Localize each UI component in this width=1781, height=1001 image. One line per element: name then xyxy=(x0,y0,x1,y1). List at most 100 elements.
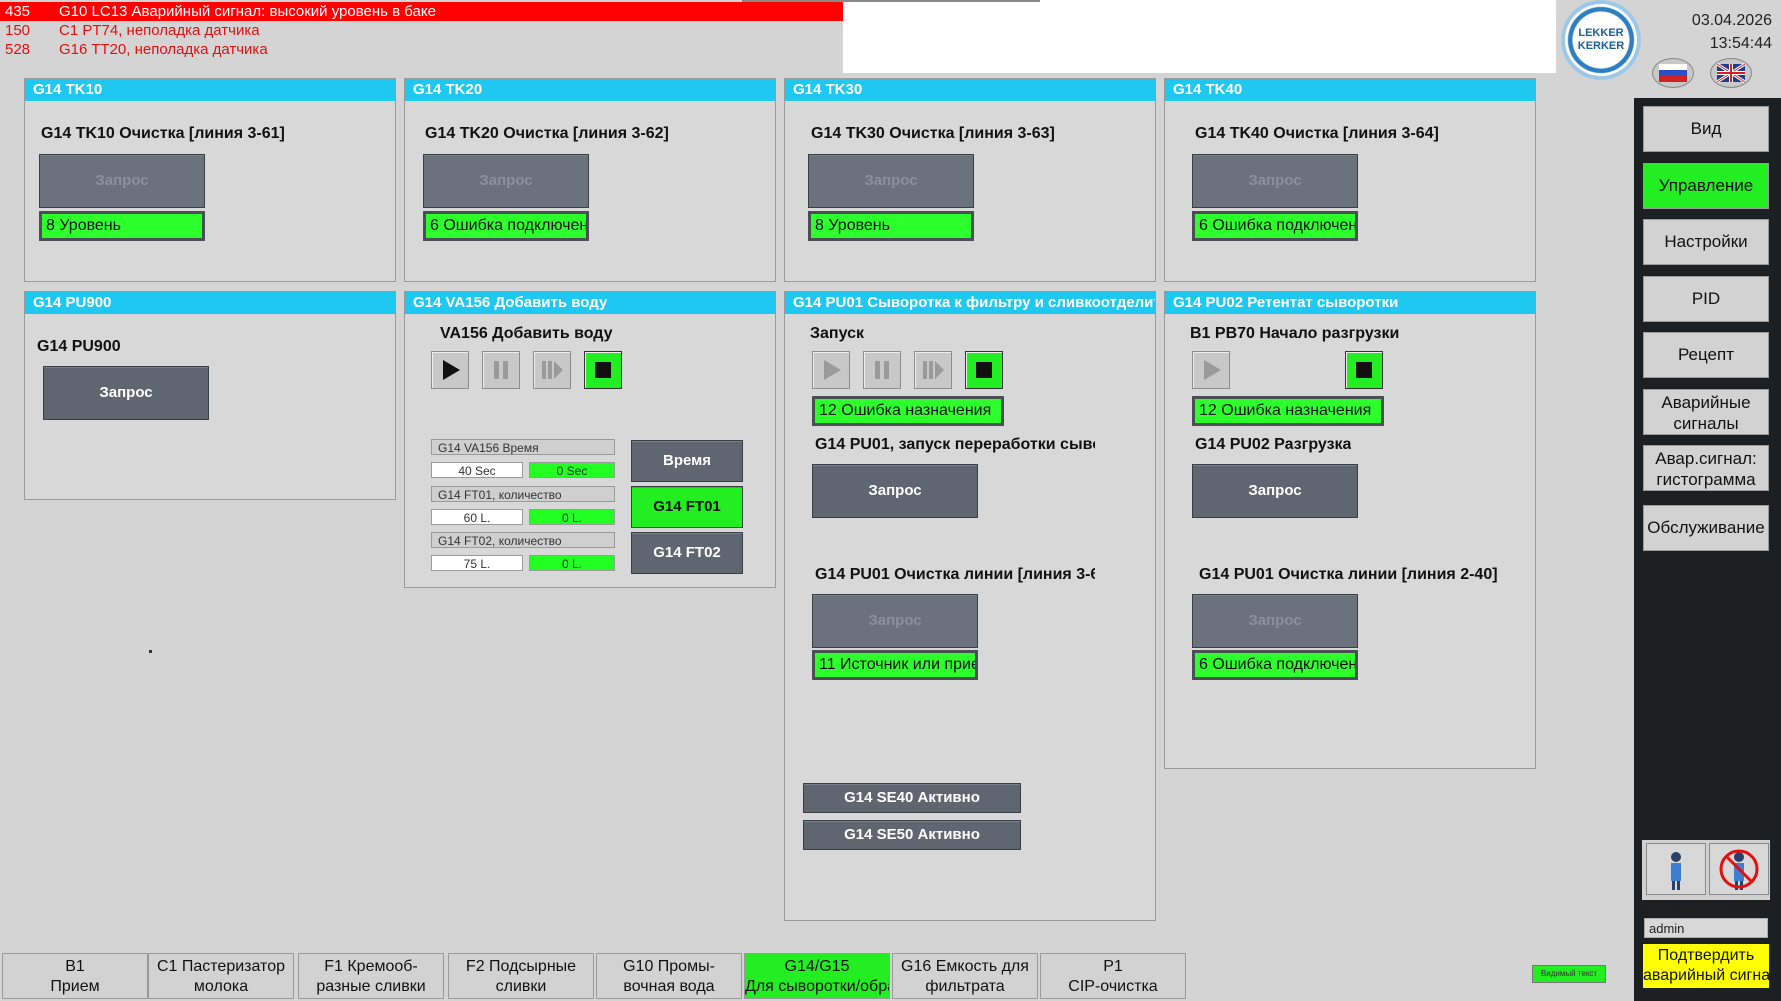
time-mode-button[interactable]: Время xyxy=(631,440,743,482)
nav-g10[interactable]: G10 Промы- вочная вода xyxy=(596,953,742,999)
menu-pid[interactable]: PID xyxy=(1643,276,1769,322)
stop-icon xyxy=(976,362,992,378)
alarm-id: 528 xyxy=(5,41,31,58)
menu-alarm-histogram[interactable]: Авар.сигнал: гистограмма xyxy=(1643,445,1769,491)
panel-header: G14 PU900 xyxy=(25,292,395,314)
login-button[interactable] xyxy=(1646,843,1706,895)
logout-button[interactable] xyxy=(1709,843,1769,895)
alarm-text: C1 PT74, неполадка датчика xyxy=(59,22,260,39)
ft02-qty-label: G14 FT02, количество xyxy=(431,532,615,548)
va156-time-set[interactable]: 40 Sec xyxy=(431,462,523,478)
divider xyxy=(742,0,1040,2)
ft02-mode-button[interactable]: G14 FT02 xyxy=(631,532,743,574)
nav-p1[interactable]: P1 CIP-очистка xyxy=(1040,953,1186,999)
panel-header: G14 TK20 xyxy=(405,79,775,101)
logout-icon xyxy=(1719,849,1759,890)
nav-line-2: молока xyxy=(193,978,249,995)
menu-alarms[interactable]: Аварийные сигналы xyxy=(1643,389,1769,435)
pause-button[interactable] xyxy=(482,351,520,389)
menu-view[interactable]: Вид xyxy=(1643,106,1769,152)
ft01-qty-set[interactable]: 60 L. xyxy=(431,509,523,525)
pu02-unload-label: G14 PU02 Разгрузка xyxy=(1195,436,1352,453)
step-button[interactable] xyxy=(533,351,571,389)
pu01-clean-request-button[interactable]: Запрос xyxy=(812,594,978,648)
tk10-status: 8 Уровень xyxy=(39,211,205,241)
panel-tk20: G14 TK20 G14 TK20 Очистка [линия 3-62] З… xyxy=(404,78,776,282)
russian-flag-icon[interactable] xyxy=(1652,58,1694,88)
user-icon xyxy=(1671,852,1681,890)
pu01-rework-request-button[interactable]: Запрос xyxy=(812,464,978,518)
pu02-unload-status: 12 Ошибка назначения xyxy=(1192,396,1384,426)
play-icon xyxy=(824,360,841,380)
step-button[interactable] xyxy=(914,351,952,389)
se50-active-button[interactable]: G14 SE50 Активно xyxy=(803,820,1021,850)
panel-header: G14 PU01 Сыворотка к фильтру и сливкоотд… xyxy=(785,292,1155,314)
pu900-request-button[interactable]: Запрос xyxy=(43,366,209,420)
panel-pu01: G14 PU01 Сыворотка к фильтру и сливкоотд… xyxy=(784,291,1156,921)
nav-line-2: CIP-очистка xyxy=(1068,978,1158,995)
alarm-row-3[interactable]: 528 G16 TT20, неполадка датчика xyxy=(0,40,843,59)
tk20-clean-label: G14 TK20 Очистка [линия 3-62] xyxy=(425,125,669,142)
nav-c1[interactable]: C1 Пастеризатор молока xyxy=(148,953,294,999)
tk40-request-button[interactable]: Запрос xyxy=(1192,154,1358,208)
panel-tk10: G14 TK10 G14 TK10 Очистка [линия 3-61] З… xyxy=(24,78,396,282)
nav-line-2: фильтрата xyxy=(925,978,1005,995)
tk30-request-button[interactable]: Запрос xyxy=(808,154,974,208)
tk30-clean-label: G14 TK30 Очистка [линия 3-63] xyxy=(811,125,1055,142)
play-button[interactable] xyxy=(431,351,469,389)
nav-f1[interactable]: F1 Кремооб- разные сливки xyxy=(298,953,444,999)
va156-label: VA156 Добавить воду xyxy=(440,325,613,342)
tk10-request-button[interactable]: Запрос xyxy=(39,154,205,208)
pu01-clean-status: 11 Источник или приемник xyxy=(812,650,978,680)
english-flag-icon[interactable] xyxy=(1710,58,1752,88)
menu-control[interactable]: Управление xyxy=(1643,163,1769,209)
nav-b1[interactable]: B1 Прием xyxy=(2,953,148,999)
alarm-row-2[interactable]: 150 C1 PT74, неполадка датчика xyxy=(0,21,843,40)
nav-line-2: вочная вода xyxy=(623,978,715,995)
step-icon xyxy=(923,361,944,379)
pu02-clean-request-button[interactable]: Запрос xyxy=(1192,594,1358,648)
panel-header: G14 PU02 Ретентат сыворотки xyxy=(1165,292,1535,314)
date-display: 03.04.2026 xyxy=(1691,12,1772,29)
play-button[interactable] xyxy=(1192,351,1230,389)
alarm-text: G10 LC13 Аварийный сигнал: высокий урове… xyxy=(59,3,436,20)
pu02-unload-request-button[interactable]: Запрос xyxy=(1192,464,1358,518)
ft01-qty-actual: 0 L. xyxy=(529,509,615,525)
logo-line-2: KERKER xyxy=(1577,40,1625,52)
nav-g14-g15[interactable]: G14/G15 Для сыворотки/обрата xyxy=(744,953,890,999)
pu01-start-label: Запуск xyxy=(810,325,864,342)
play-button[interactable] xyxy=(812,351,850,389)
panel-header: G14 VA156 Добавить воду xyxy=(405,292,775,314)
pu900-label: G14 PU900 xyxy=(37,338,121,355)
menu-service[interactable]: Обслуживание xyxy=(1643,505,1769,551)
se40-active-button[interactable]: G14 SE40 Активно xyxy=(803,783,1021,813)
stop-button[interactable] xyxy=(965,351,1003,389)
pu02-clean-status: 6 Ошибка подключения xyxy=(1192,650,1358,680)
pu02-clean-label: G14 PU01 Очистка линии [линия 2-40] xyxy=(1199,566,1498,583)
alarm-list[interactable]: 435 G10 LC13 Аварийный сигнал: высокий у… xyxy=(0,0,843,60)
tk10-clean-label: G14 TK10 Очистка [линия 3-61] xyxy=(41,125,285,142)
stop-icon xyxy=(595,362,611,378)
va156-time-label: G14 VA156 Время xyxy=(431,439,615,455)
nav-line-1: C1 Пастеризатор xyxy=(156,958,285,975)
ft01-mode-button[interactable]: G14 FT01 xyxy=(631,486,743,528)
tk20-request-button[interactable]: Запрос xyxy=(423,154,589,208)
menu-settings[interactable]: Настройки xyxy=(1643,219,1769,265)
nav-line-1: G14/G15 xyxy=(784,958,850,975)
pause-icon xyxy=(875,361,889,379)
acknowledge-alarm-button[interactable]: Подтвердить аварийный сигнал xyxy=(1643,944,1769,988)
stop-button[interactable] xyxy=(1345,351,1383,389)
menu-recipe[interactable]: Рецепт xyxy=(1643,332,1769,378)
tk30-status: 8 Уровень xyxy=(808,211,974,241)
nav-f2[interactable]: F2 Подсырные сливки xyxy=(448,953,594,999)
panel-pu02: G14 PU02 Ретентат сыворотки B1 PB70 Нача… xyxy=(1164,291,1536,769)
stop-button[interactable] xyxy=(584,351,622,389)
pause-button[interactable] xyxy=(863,351,901,389)
ft02-qty-set[interactable]: 75 L. xyxy=(431,555,523,571)
ft01-qty-label: G14 FT01, количество xyxy=(431,486,615,502)
alarm-row-1[interactable]: 435 G10 LC13 Аварийный сигнал: высокий у… xyxy=(0,2,843,21)
message-area xyxy=(843,0,1556,73)
panel-header: G14 TK10 xyxy=(25,79,395,101)
nav-g16[interactable]: G16 Емкость для фильтрата xyxy=(892,953,1038,999)
nav-line-1: F1 Кремооб- xyxy=(324,958,418,975)
